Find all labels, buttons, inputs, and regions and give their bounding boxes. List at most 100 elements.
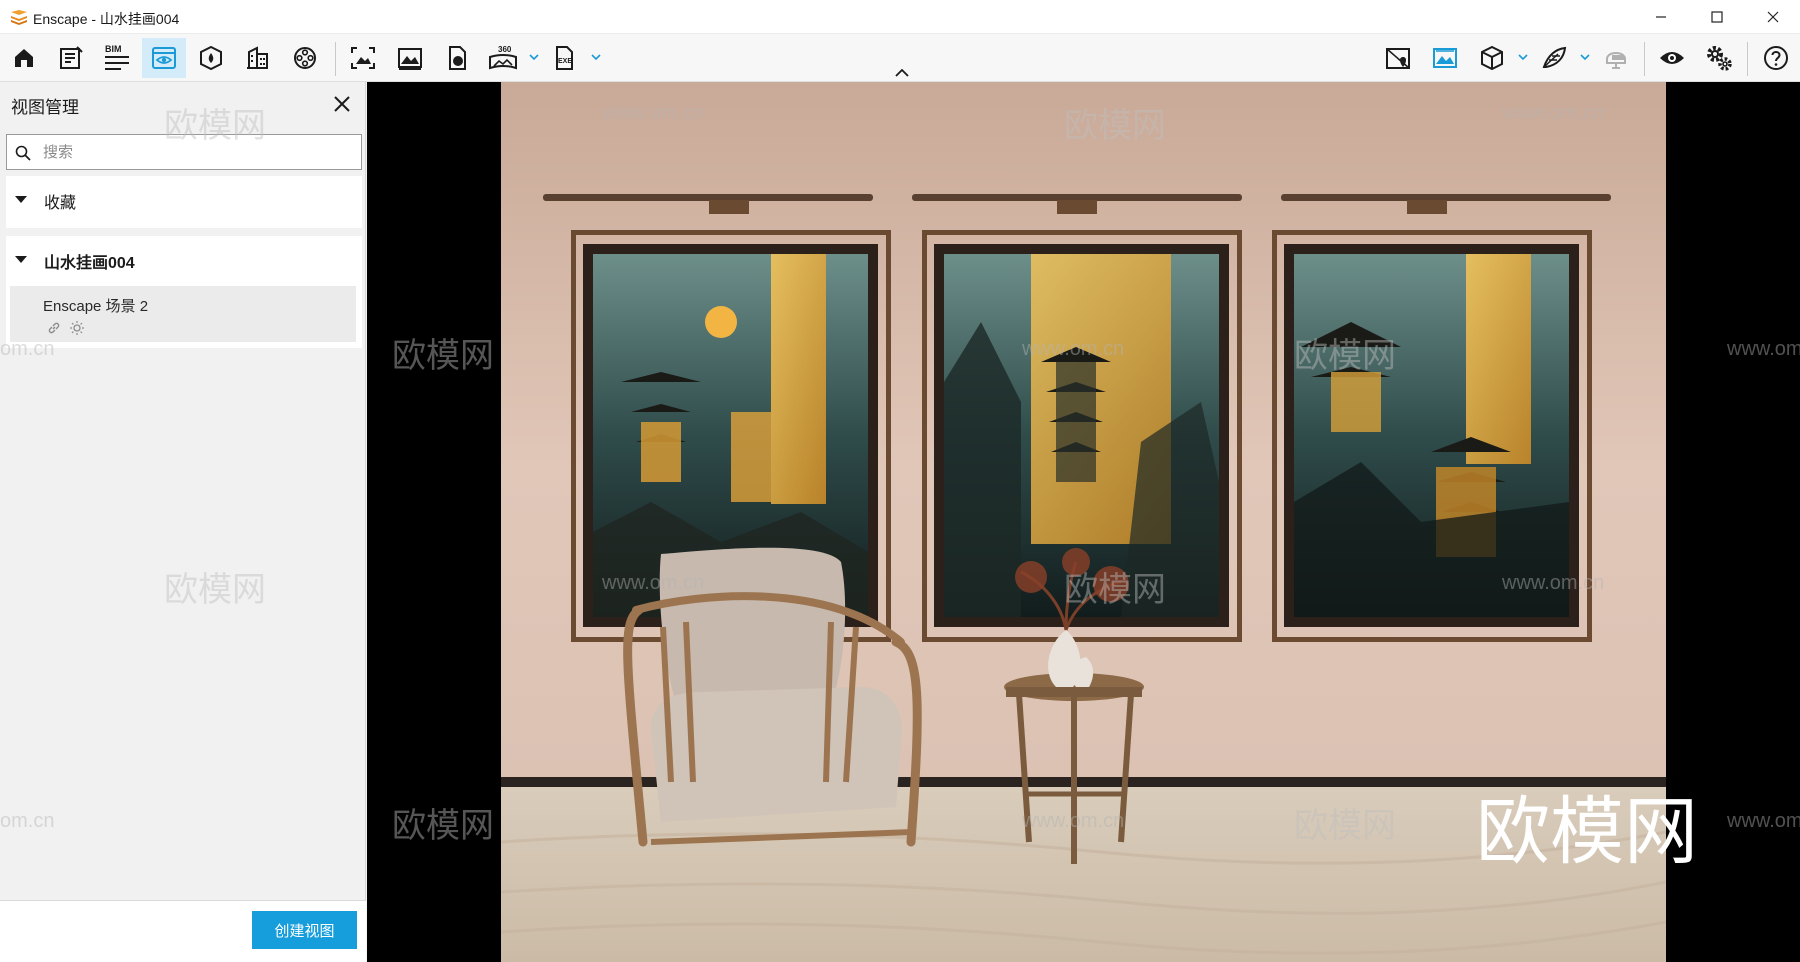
building-icon bbox=[247, 46, 268, 69]
watermark: om.cn bbox=[0, 810, 55, 832]
link-icon[interactable] bbox=[46, 320, 62, 336]
chevron-down-icon bbox=[1518, 54, 1528, 60]
title-bar: Enscape - 山水挂画004 bbox=[0, 0, 1800, 34]
chevron-up-icon bbox=[895, 69, 909, 77]
panel-close-button[interactable] bbox=[330, 92, 354, 116]
minimize-button[interactable] bbox=[1634, 0, 1688, 34]
watermark: www.om.cn bbox=[1502, 572, 1605, 594]
project-group-header[interactable]: 山水挂画004 bbox=[6, 236, 362, 282]
atmosphere-button[interactable] bbox=[1532, 38, 1576, 78]
map-button[interactable] bbox=[1376, 38, 1420, 78]
watermark: 欧模网 bbox=[1294, 806, 1396, 846]
watermark: www.om.cn bbox=[1727, 810, 1800, 832]
watermark: www.om.cn bbox=[602, 102, 705, 124]
material-editor-button[interactable] bbox=[236, 38, 280, 78]
web-export-button[interactable] bbox=[435, 38, 479, 78]
watermark: www.om.cn bbox=[1022, 810, 1125, 832]
window-title: Enscape - 山水挂画004 bbox=[33, 11, 180, 27]
map-pin-icon bbox=[1386, 48, 1410, 69]
vr-headset-icon bbox=[1606, 52, 1626, 69]
orthographic-view-button[interactable] bbox=[1470, 38, 1514, 78]
minimize-icon bbox=[1656, 16, 1666, 18]
view-management-panel: 视图管理 收藏 山水挂画004 Enscape 场景 2 bbox=[0, 82, 366, 962]
image-stack-icon bbox=[398, 48, 422, 70]
watermark: 欧模网 bbox=[392, 806, 494, 846]
chevron-down-icon bbox=[591, 54, 601, 60]
favorites-group-header[interactable]: 收藏 bbox=[6, 176, 362, 222]
notes-button[interactable] bbox=[49, 38, 93, 78]
expand-caret-icon bbox=[13, 191, 29, 207]
watermark: 欧模网 bbox=[1064, 570, 1166, 610]
eye-icon bbox=[1660, 52, 1684, 64]
watermark: 欧模网 bbox=[164, 106, 266, 146]
maximize-icon bbox=[1711, 11, 1723, 23]
export-dropdown[interactable] bbox=[589, 48, 603, 66]
render-settings-button[interactable] bbox=[1423, 38, 1467, 78]
asset-library-button[interactable] bbox=[189, 38, 233, 78]
atmosphere-dropdown[interactable] bbox=[1578, 48, 1592, 66]
view-name: Enscape 场景 2 bbox=[43, 298, 149, 315]
view-mode-dropdown[interactable] bbox=[1516, 48, 1530, 66]
gears-icon bbox=[1707, 46, 1732, 71]
cube-icon bbox=[1481, 45, 1503, 71]
close-icon bbox=[334, 96, 350, 112]
view-list-item[interactable]: Enscape 场景 2 bbox=[10, 286, 356, 342]
watermark: 欧模网 bbox=[1064, 106, 1166, 146]
feather-icon bbox=[1542, 46, 1567, 68]
watermark: www.om.cn bbox=[602, 572, 705, 594]
watermark: 欧模网 bbox=[164, 570, 266, 610]
toolbar-separator bbox=[1747, 42, 1748, 76]
chevron-down-icon bbox=[529, 54, 539, 60]
help-button[interactable] bbox=[1754, 38, 1798, 78]
watermark: 欧模网 bbox=[392, 336, 494, 376]
maximize-button[interactable] bbox=[1690, 0, 1744, 34]
panel-title: 视图管理 bbox=[11, 98, 79, 117]
landscape-image-icon bbox=[1433, 48, 1457, 68]
screenshot-button[interactable] bbox=[341, 38, 385, 78]
panorama-dropdown[interactable] bbox=[527, 48, 541, 66]
sun-icon[interactable] bbox=[69, 320, 85, 336]
watermark: www.om.cn bbox=[1727, 338, 1800, 360]
asset-library-icon bbox=[200, 45, 222, 71]
vr-headset-button[interactable] bbox=[1594, 38, 1638, 78]
watermark: www.om.cn bbox=[1022, 338, 1125, 360]
create-view-button[interactable]: 创建视图 bbox=[252, 911, 357, 949]
notes-icon bbox=[60, 46, 83, 69]
favorites-group-label: 收藏 bbox=[44, 195, 77, 212]
project-group: 山水挂画004 Enscape 场景 2 bbox=[6, 236, 362, 348]
bim-icon: BIM bbox=[103, 44, 131, 72]
exe-export-button[interactable]: EXE bbox=[543, 38, 587, 78]
render-viewport[interactable]: www.om.cn www.om.cn www.om.cn www.om.cn … bbox=[367, 82, 1800, 962]
help-icon bbox=[1764, 46, 1788, 70]
panel-footer: 创建视图 bbox=[0, 900, 366, 962]
toolbar-separator bbox=[1644, 42, 1645, 76]
expand-caret-icon bbox=[13, 251, 29, 267]
close-icon bbox=[1767, 11, 1779, 23]
enscape-logo-icon bbox=[11, 10, 27, 25]
file-globe-icon bbox=[449, 46, 466, 70]
general-settings-button[interactable] bbox=[1697, 38, 1741, 78]
toolbar-separator bbox=[335, 42, 336, 76]
favorites-group: 收藏 bbox=[6, 176, 362, 228]
project-group-label: 山水挂画004 bbox=[44, 255, 135, 272]
close-window-button[interactable] bbox=[1746, 0, 1800, 34]
panorama-button[interactable]: 360 bbox=[481, 38, 525, 78]
chevron-down-icon bbox=[1580, 54, 1590, 60]
collapse-toolbar-button[interactable] bbox=[893, 66, 911, 80]
watermark-logo: 欧模网 bbox=[1476, 789, 1698, 875]
batch-render-button[interactable] bbox=[388, 38, 432, 78]
watermark: om.cn bbox=[0, 338, 55, 360]
exe-file-icon: EXE bbox=[553, 45, 577, 71]
eye-window-icon bbox=[152, 47, 176, 69]
home-icon bbox=[15, 49, 33, 67]
panorama-icon: 360 bbox=[488, 45, 518, 71]
video-editor-button[interactable] bbox=[283, 38, 327, 78]
bim-button[interactable]: BIM bbox=[95, 38, 139, 78]
view-management-button[interactable] bbox=[142, 38, 186, 78]
search-icon bbox=[15, 145, 31, 161]
watermark: www.om.cn bbox=[1502, 102, 1605, 124]
home-button[interactable] bbox=[2, 38, 46, 78]
visual-settings-button[interactable] bbox=[1650, 38, 1694, 78]
film-reel-icon bbox=[294, 47, 316, 69]
watermark: 欧模网 bbox=[1294, 336, 1396, 376]
